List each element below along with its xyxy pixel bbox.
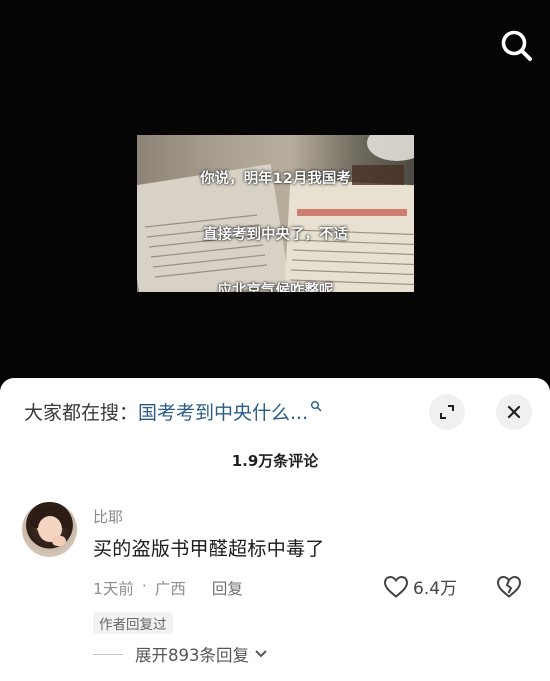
video-player[interactable]: 你说，明年12月我国考 直接考到中央了，不适 应北京气候咋整呢	[0, 0, 550, 378]
heart-icon	[383, 575, 409, 598]
caption-line: 直接考到中央了，不适	[203, 227, 348, 243]
comment-location: 广西	[154, 580, 186, 598]
comment-time: 1天前	[93, 580, 134, 598]
comment-text[interactable]: 买的盗版书甲醛超标中毒了	[93, 534, 325, 561]
avatar[interactable]	[22, 502, 77, 557]
like-button[interactable]: 6.4万	[383, 574, 457, 599]
suggested-search-prefix: 大家都在搜：	[24, 401, 139, 424]
chevron-down-icon	[255, 650, 267, 658]
expand-replies-button[interactable]: 展开893条回复	[93, 642, 269, 666]
comment-count: 1.9万条评论	[231, 452, 319, 470]
close-button[interactable]	[496, 394, 532, 430]
broken-heart-icon	[496, 575, 522, 598]
expand-replies-label: 展开893条回复	[135, 646, 249, 665]
comment-sheet: 大家都在搜： 国考考到中央什么... 1.9万条评论 比耶 买的盗版书甲醛超标中…	[0, 378, 550, 681]
search-icon	[501, 30, 532, 61]
suggested-search-query[interactable]: 国考考到中央什么...	[138, 398, 308, 425]
divider-dash	[93, 653, 123, 655]
comment-username[interactable]: 比耶	[93, 506, 123, 527]
expand-icon	[440, 405, 454, 419]
caption-line: 应北京气候咋整呢	[217, 283, 334, 292]
close-icon	[507, 405, 521, 419]
comment-item: 比耶 买的盗版书甲醛超标中毒了 1天前 · 广西 回复 6.4万 作者回复过 展…	[22, 502, 532, 681]
expand-button[interactable]	[429, 394, 465, 430]
like-count: 6.4万	[413, 579, 458, 599]
video-caption: 你说，明年12月我国考 直接考到中央了，不适 应北京气候咋整呢	[137, 137, 414, 292]
meta-separator: ·	[141, 577, 147, 595]
search-icon	[311, 401, 322, 412]
author-replied-badge: 作者回复过	[93, 612, 173, 634]
avatar-hand	[52, 536, 66, 546]
reply-button[interactable]: 回复	[212, 577, 243, 599]
caption-line: 你说，明年12月我国考	[200, 171, 351, 187]
video-frame[interactable]: 你说，明年12月我国考 直接考到中央了，不适 应北京气候咋整呢	[137, 135, 414, 292]
dislike-button[interactable]	[496, 575, 522, 603]
comment-meta: 1天前 · 广西 回复	[93, 577, 243, 599]
search-button[interactable]	[497, 26, 537, 66]
suggested-search[interactable]: 大家都在搜： 国考考到中央什么...	[24, 396, 322, 426]
